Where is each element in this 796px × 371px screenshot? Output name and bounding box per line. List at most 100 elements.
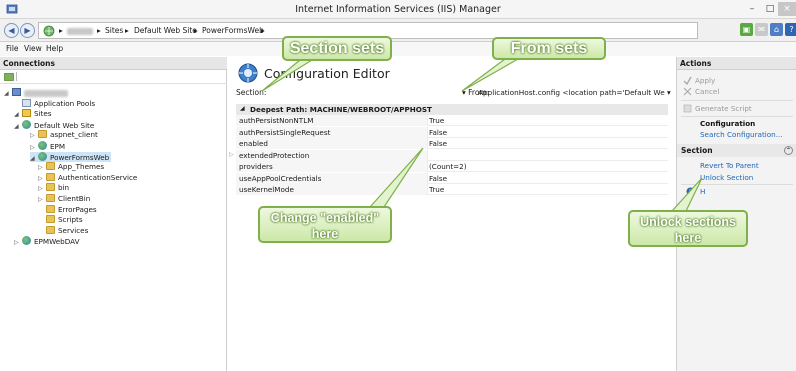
from-dropdown-value: ApplicationHost.config <location path='D… bbox=[478, 88, 665, 97]
actions-divider bbox=[681, 100, 793, 101]
tree-item[interactable]: Services bbox=[38, 225, 89, 236]
tree-item[interactable]: ◢ Sites bbox=[14, 109, 52, 119]
breadcrumb-item-sites[interactable]: Sites bbox=[105, 26, 123, 35]
tree-item[interactable]: Scripts bbox=[38, 215, 83, 225]
expand-arrow-icon[interactable]: ▷ bbox=[38, 174, 46, 184]
cancel-action[interactable]: Cancel bbox=[683, 87, 720, 96]
property-row[interactable]: extendedProtection ▷ bbox=[229, 149, 668, 161]
connect-icon[interactable] bbox=[4, 72, 14, 82]
tree-item[interactable]: ◢ bbox=[4, 88, 68, 98]
tree-item-label: PowerFormsWeb bbox=[50, 152, 110, 162]
collapse-arrow-icon[interactable]: ◢ bbox=[4, 89, 12, 99]
tree-item[interactable]: ◢ Default Web Site bbox=[14, 119, 94, 132]
folder-icon bbox=[46, 225, 55, 234]
change-enabled-line1: Change "enabled" bbox=[270, 211, 380, 225]
tree-item[interactable]: ▷ AuthenticationService bbox=[38, 172, 137, 184]
collapse-triangle-icon[interactable]: ◢ bbox=[240, 105, 245, 112]
network-icon[interactable]: ▣ bbox=[740, 23, 753, 36]
expand-arrow-icon[interactable]: ▷ bbox=[38, 184, 46, 194]
from-dropdown-arrow[interactable]: ▾ bbox=[462, 88, 466, 97]
minimize-button[interactable]: – bbox=[744, 2, 760, 16]
property-row[interactable]: useKernelMode True bbox=[236, 184, 668, 195]
property-row[interactable]: authPersistSingleRequest False bbox=[236, 126, 668, 138]
breadcrumb-item-default-web-site[interactable]: Default Web Site bbox=[134, 26, 197, 35]
property-key: useKernelMode bbox=[236, 184, 428, 195]
tree-item[interactable]: ▷ EPM bbox=[30, 141, 65, 151]
sites-icon bbox=[22, 109, 31, 118]
tree-item-label: bin bbox=[58, 183, 70, 193]
mail-icon[interactable]: ✉ bbox=[755, 23, 768, 36]
property-key: authPersistSingleRequest bbox=[236, 126, 428, 138]
tree-item-label: Scripts bbox=[58, 215, 83, 225]
maximize-button[interactable]: □ bbox=[762, 2, 778, 16]
property-row[interactable]: useAppPoolCredentials False bbox=[236, 172, 668, 184]
home-icon[interactable]: ⌂ bbox=[770, 23, 783, 36]
globe-icon bbox=[38, 141, 47, 150]
property-row[interactable]: authPersistNonNTLM True bbox=[236, 115, 668, 126]
help-link[interactable]: ? H bbox=[686, 187, 705, 196]
section-dropdown[interactable] bbox=[264, 86, 464, 98]
tree-item[interactable]: ▷ bin bbox=[38, 183, 69, 193]
server-name-redacted bbox=[24, 89, 68, 97]
expand-arrow-icon[interactable]: ▷ bbox=[38, 163, 46, 173]
property-key: enabled bbox=[236, 138, 428, 149]
apply-action[interactable]: Apply bbox=[683, 76, 715, 85]
expand-arrow-icon[interactable]: ▷ bbox=[229, 151, 234, 158]
generate-script-action[interactable]: Generate Script bbox=[683, 104, 752, 113]
breadcrumb-server-redacted bbox=[67, 26, 93, 35]
cancel-label: Cancel bbox=[695, 87, 720, 96]
tree-item[interactable]: ◢ PowerFormsWeb bbox=[30, 151, 112, 164]
tree-item[interactable]: Application Pools bbox=[14, 98, 95, 109]
tree-item-label: EPMWebDAV bbox=[34, 237, 80, 247]
expand-arrow-icon[interactable]: ▷ bbox=[38, 195, 46, 205]
script-icon bbox=[683, 104, 692, 113]
help-icon[interactable]: ? bbox=[785, 23, 796, 36]
property-value[interactable]: (Count=2) bbox=[429, 162, 467, 171]
property-value[interactable]: False bbox=[429, 128, 447, 137]
unlock-sections-line1: Unlock sections bbox=[640, 215, 736, 229]
property-row[interactable]: enabled False bbox=[236, 138, 668, 149]
svg-text:?: ? bbox=[689, 189, 692, 196]
configuration-heading: Configuration bbox=[700, 119, 756, 128]
generate-script-label: Generate Script bbox=[695, 104, 752, 113]
property-value[interactable]: True bbox=[429, 185, 444, 194]
tree-item[interactable]: ▷ ClientBin bbox=[38, 194, 90, 204]
property-value[interactable]: True bbox=[429, 116, 444, 125]
unlock-sections-line2: here bbox=[674, 231, 702, 245]
menu-bar: File View Help bbox=[0, 42, 796, 56]
tree-item-label: aspnet_client bbox=[50, 130, 98, 140]
folder-icon bbox=[46, 194, 55, 202]
expand-arrow-icon[interactable]: ▷ bbox=[30, 131, 38, 141]
collapse-icon[interactable]: ⌃ bbox=[784, 146, 793, 155]
menu-view[interactable]: View bbox=[24, 44, 42, 53]
search-configuration-link[interactable]: Search Configuration... bbox=[700, 130, 783, 139]
tree-item-label: Services bbox=[58, 225, 89, 235]
property-row[interactable]: providers (Count=2) bbox=[236, 161, 668, 172]
change-enabled-line2: here bbox=[311, 227, 339, 241]
collapse-arrow-icon[interactable]: ◢ bbox=[14, 110, 22, 120]
unlock-section-link[interactable]: Unlock Section bbox=[700, 173, 753, 182]
tree-item[interactable]: ▷ App_Themes bbox=[38, 162, 104, 172]
server-icon bbox=[12, 88, 21, 96]
property-value[interactable]: False bbox=[429, 174, 447, 183]
collapse-arrow-icon[interactable]: ◢ bbox=[14, 122, 22, 132]
globe-icon bbox=[38, 151, 47, 161]
revert-to-parent-link[interactable]: Revert To Parent bbox=[700, 161, 759, 170]
menu-file[interactable]: File bbox=[6, 44, 19, 53]
close-button[interactable]: × bbox=[778, 2, 796, 16]
deepest-path-header[interactable]: ◢ Deepest Path: MACHINE/WEBROOT/APPHOST bbox=[236, 104, 668, 115]
collapse-arrow-icon[interactable]: ◢ bbox=[30, 154, 38, 164]
forward-button[interactable]: ▶ bbox=[20, 23, 35, 38]
expand-arrow-icon[interactable]: ▷ bbox=[14, 238, 22, 248]
from-dropdown-chevron[interactable]: ▾ bbox=[667, 88, 671, 97]
tree-item[interactable]: ▷ EPMWebDAV bbox=[14, 236, 80, 246]
folder-icon bbox=[46, 204, 55, 213]
breadcrumb-item-powerformsweb[interactable]: PowerFormsWeb bbox=[202, 26, 264, 35]
section-group-header[interactable]: Section ⌃ bbox=[677, 144, 796, 157]
back-button[interactable]: ◀ bbox=[4, 23, 19, 38]
tree-item[interactable]: ErrorPages bbox=[38, 204, 97, 215]
menu-help[interactable]: Help bbox=[46, 44, 63, 53]
tree-item[interactable]: ▷ aspnet_client bbox=[30, 130, 98, 140]
from-dropdown[interactable]: ApplicationHost.config <location path='D… bbox=[478, 86, 673, 98]
property-value[interactable]: False bbox=[429, 139, 447, 148]
